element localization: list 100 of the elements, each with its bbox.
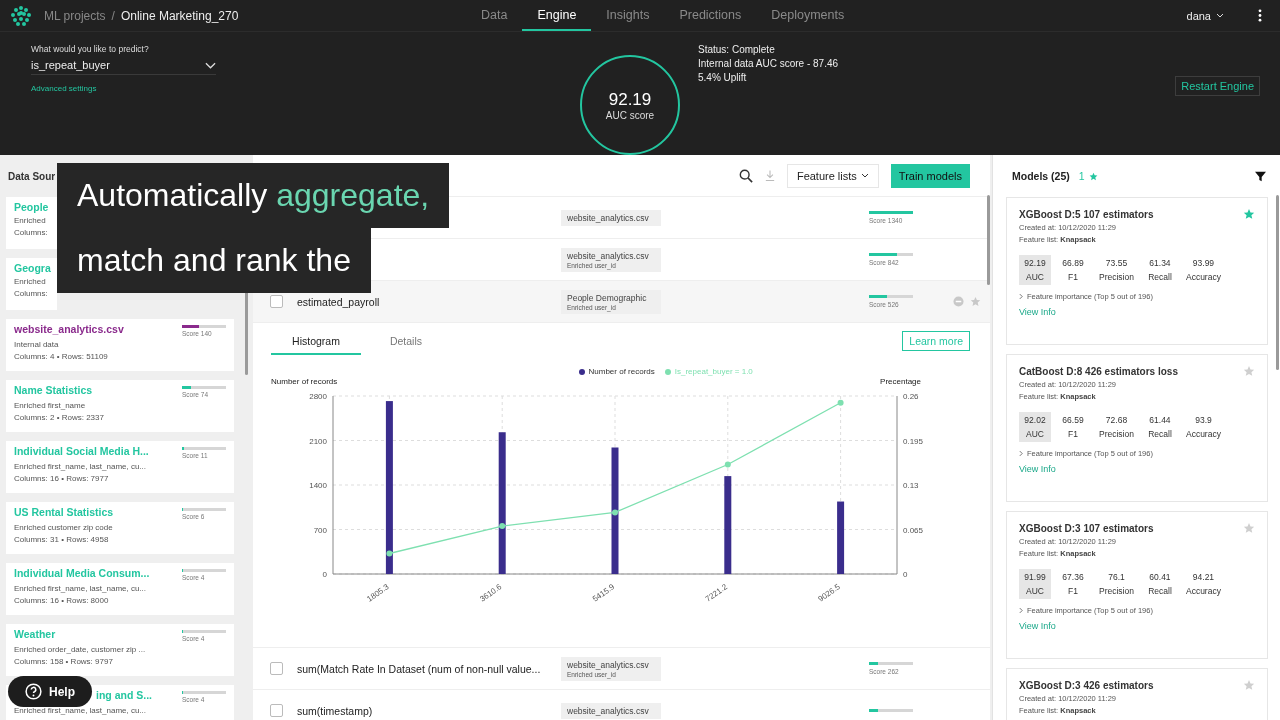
metric-label: F1 (1068, 272, 1078, 282)
source-title: Individual Social Media H... (14, 445, 149, 459)
source-subtitle: Internal data (14, 340, 60, 349)
source-stats: Columns: 158 • Rows: 9797 (14, 657, 114, 666)
tick-label: 0.26 (903, 392, 919, 401)
source-stats: Columns: 2 • Rows: 2337 (14, 413, 105, 422)
restart-engine-button[interactable]: Restart Engine (1175, 76, 1260, 96)
axis-title: Number of records (271, 377, 338, 386)
source-title: People (14, 201, 49, 213)
target-dropdown[interactable]: is_repeat_buyer (31, 59, 216, 75)
checkbox[interactable] (270, 662, 283, 675)
metric-label: Accuracy (1185, 429, 1221, 439)
star-icon[interactable] (1243, 208, 1255, 220)
source-title: Weather (14, 628, 56, 642)
metric-value: 60.41 (1149, 572, 1171, 582)
metric-value: 66.59 (1062, 415, 1084, 425)
tick-label: 2800 (309, 392, 327, 401)
remove-icon[interactable] (953, 296, 964, 307)
checkbox[interactable] (270, 704, 283, 717)
model-title: XGBoost D:3 426 estimators (1019, 679, 1154, 691)
project-title: Online Marketing_270 (120, 8, 239, 23)
tag-title: website_analytics.csv (567, 705, 650, 716)
star-icon[interactable] (970, 296, 981, 307)
star-icon (1088, 171, 1098, 181)
filter-icon[interactable] (1255, 170, 1266, 182)
metric-label: Precision (1099, 429, 1134, 439)
train-models-button[interactable]: Train models (890, 163, 970, 188)
more-icon[interactable] (1258, 9, 1262, 22)
axis-title: Precentage (880, 377, 921, 386)
metric-label: Recall (1148, 272, 1172, 282)
source-subtitle: Enriched customer zip code (14, 523, 114, 532)
source-title: Name Statistics (14, 384, 93, 398)
metric-value: 91.99 (1024, 572, 1046, 582)
status-text: Internal data AUC score - 87.46 (698, 58, 839, 69)
legend-label: Is_repeat_buyer = 1.0 (674, 367, 753, 376)
feature-lists-dropdown[interactable]: Feature lists (786, 163, 879, 188)
source-subtitle: Enriched (14, 277, 47, 286)
nav-tab[interactable]: Predictions (664, 0, 757, 31)
nav-tab[interactable]: Engine (522, 0, 592, 31)
source-subtitle: Enriched first_name, last_name, cu... (14, 584, 148, 593)
model-title: XGBoost D:5 107 estimators (1019, 208, 1154, 220)
nav-tab[interactable]: Deployments (756, 0, 860, 31)
metric-value: 92.19 (1024, 258, 1046, 268)
tick-label: 0.13 (903, 481, 919, 490)
tag-title: website_analytics.csv (567, 250, 650, 261)
metric-label: Recall (1148, 429, 1172, 439)
help-icon[interactable] (25, 683, 42, 700)
score-value: 92.19 (608, 89, 652, 110)
metric-label: F1 (1068, 586, 1078, 596)
download-icon[interactable] (764, 169, 775, 182)
search-icon[interactable] (738, 168, 753, 183)
star-icon[interactable] (1243, 522, 1255, 534)
source-title: website_analytics.csv (14, 323, 124, 337)
metric-value: 93.99 (1192, 258, 1215, 268)
status-text: Status: Complete (698, 44, 776, 55)
source-card[interactable]: People Enriched Columns: (6, 197, 57, 249)
chevron-icon[interactable] (1019, 293, 1023, 300)
nav-tab[interactable]: Insights (591, 0, 665, 31)
source-subtitle: Enriched first_name, last_name, cu... (14, 706, 148, 715)
source-stats: Columns: (14, 289, 49, 298)
user-menu[interactable]: dana (1186, 9, 1224, 22)
data-point (386, 550, 393, 557)
metric-value: 73.55 (1105, 258, 1128, 268)
tick-label: 700 (313, 525, 327, 535)
metric-value: 76.1 (1108, 572, 1125, 582)
score-label: AUC score (605, 109, 655, 121)
tick-label: 2100 (309, 436, 327, 446)
chevron-icon[interactable] (1019, 607, 1023, 614)
field-label: What would you like to predict? (31, 44, 150, 54)
caret-icon[interactable] (860, 173, 869, 178)
metric-value: 67.36 (1062, 572, 1084, 582)
data-point (612, 509, 618, 516)
logo-icon[interactable] (10, 4, 32, 27)
data-point (724, 461, 731, 468)
breadcrumb-separator: / (111, 8, 115, 23)
checkbox[interactable] (270, 295, 283, 308)
source-stats: Columns: 31 • Rows: 4958 (14, 535, 110, 544)
source-stats: Columns: 16 • Rows: 7977 (14, 474, 110, 483)
legend-label: Number of records (588, 367, 655, 376)
star-icon[interactable] (1243, 365, 1255, 377)
panel-title: Models (25) (1012, 170, 1070, 182)
data-point (499, 523, 506, 530)
detail-tab[interactable]: Histogram (271, 331, 361, 355)
metric-label: AUC (1026, 272, 1044, 282)
source-card[interactable]: Geogra Enriched Columns: (6, 258, 57, 310)
help-button[interactable]: Help (8, 676, 92, 707)
detail-tab[interactable]: Details (361, 331, 451, 355)
source-title: US Rental Statistics (14, 506, 114, 520)
nav-tab[interactable]: Data (466, 0, 523, 31)
metric-value: 94.21 (1192, 572, 1215, 582)
metric-label: Accuracy (1185, 586, 1221, 596)
chevron-icon[interactable] (1019, 450, 1023, 457)
source-subtitle: Enriched (14, 216, 47, 225)
breadcrumb-link[interactable]: ML projects (44, 8, 106, 23)
source-stats: Columns: (14, 228, 49, 237)
feature-name: sum(Match Rate In Dataset (num of non-null value... (297, 662, 541, 675)
tag-title: website_analytics.csv (567, 212, 650, 223)
tick-label: 1400 (309, 481, 327, 490)
star-icon[interactable] (1243, 679, 1255, 691)
advanced-settings-link[interactable]: Advanced settings (31, 84, 216, 93)
